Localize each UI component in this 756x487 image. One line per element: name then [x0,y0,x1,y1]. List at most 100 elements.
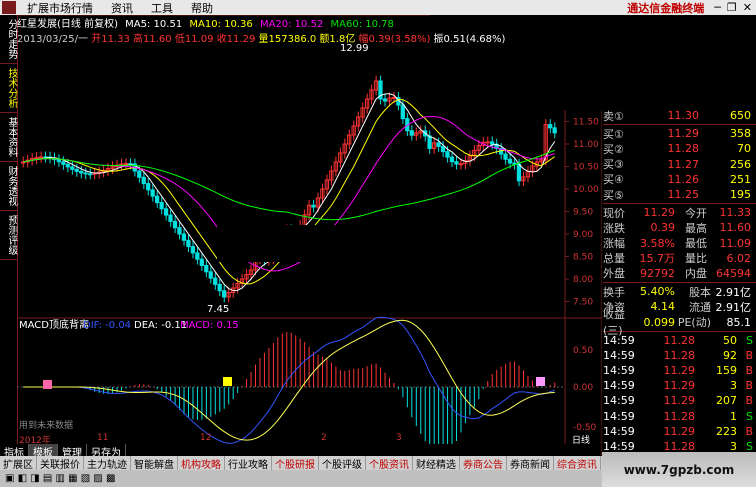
signal-marker [43,380,52,389]
tab-profile[interactable]: 基本资料 [0,113,17,162]
tab-indicator[interactable]: 指标 [0,444,29,459]
candle-body [177,227,182,235]
stat-label: 外盘 [603,267,625,281]
candle-body [150,189,155,197]
date-tick: 11 [97,433,109,443]
redacted-area [217,225,537,262]
nav-item[interactable]: 个股评级 [319,455,366,471]
candle-body [74,168,79,172]
nav-item[interactable]: 财经精选 [413,455,460,471]
watermark-text: 用到未来数据 [19,419,73,431]
close-icon[interactable]: ✕ [743,1,752,14]
dea-line [23,319,555,441]
trade-volume: 1 [730,409,737,423]
trade-price: 11.28 [663,409,696,423]
candle-body [172,220,178,229]
candle-body [83,172,88,175]
candle-body [61,161,66,165]
signal-marker [536,377,545,386]
menu-item-help[interactable]: 帮助 [182,0,222,16]
price-label: 9.00 [573,230,593,240]
nav-item[interactable]: 券商新闻 [507,455,554,471]
stat-value: 6.02 [726,251,752,265]
nav-item[interactable]: 券商公告 [460,455,507,471]
trade-row: 14:59 11.28 1 S [603,409,756,424]
sidebar: 分时走势 技术分析 基本资料 财务透视 预测评级 [0,15,18,455]
signal-marker [223,377,232,386]
indicator-toolbar: 指标 模板 管理 另存为 [0,444,600,459]
tab-intraday[interactable]: 分时走势 [0,15,17,64]
tab-rating[interactable]: 预测评级 [0,211,17,260]
menu-item-market[interactable]: 扩展市场行情 [18,0,102,16]
buy-row: 买④ 11.26 251 [603,172,756,187]
macd-label: 0.50 [573,346,593,356]
trade-row: 14:59 11.29 207 B [603,393,756,408]
buy-price: 11.26 [667,172,700,186]
buy-price: 11.27 [667,157,700,171]
low-label: 7.45 [207,304,229,315]
candle-body [141,176,146,185]
trade-row: 14:59 11.29 159 B [603,363,756,378]
trade-side: B [745,364,753,378]
site-watermark: www.7gpzb.com [602,452,756,487]
candle-body [440,145,446,153]
candle-body [548,124,553,129]
tab-template[interactable]: 模板 [29,444,58,459]
stat-value: 11.09 [719,236,752,250]
info-low: 低11.09 [174,34,214,45]
menu-item-tools[interactable]: 工具 [142,0,182,16]
tab-save-as[interactable]: 另存为 [87,444,126,459]
trade-price: 11.28 [663,348,696,362]
stat-label: 量比 [685,252,707,266]
info-open: 开11.33 [91,34,130,45]
tab-finance[interactable]: 财务透视 [0,162,17,211]
buy-vol: 70 [737,142,751,156]
ma20-label: MA20: 10.52 [259,19,324,30]
buy-price: 11.29 [667,127,700,141]
trade-side: S [746,333,753,347]
candle-body [213,277,218,285]
candle-body [503,153,508,160]
candle-body [79,170,84,174]
nav-item[interactable]: 主力轨迹 [84,455,131,471]
macd-label: -0.50 [573,423,597,433]
buy-row: 买⑤ 11.25 195 [603,187,756,202]
stat-label: 总量 [603,252,625,266]
trade-time: 14:59 [603,394,635,408]
stat-label: 内盘 [685,267,707,281]
price-label: 8.50 [573,253,593,263]
date-tick: 2 [321,433,327,443]
nav-item[interactable]: 机构攻略 [178,455,225,471]
stat-label: 涨跌 [603,221,625,235]
buy-row: 买② 11.28 70 [603,141,756,156]
minimize-icon[interactable]: ─ [714,1,721,14]
menu-item-info[interactable]: 资讯 [102,0,142,16]
trade-row: 14:59 11.28 92 B [603,348,756,363]
stat-value: 2.91亿 [715,300,752,314]
price-axis: 11.50 11.00 10.50 10.00 9.50 9.00 8.50 8.00 7.50 [565,118,599,308]
stat-value: 2.91亿 [715,285,752,299]
toolbar-icon-row: ▣ ◧ ◨ ▤ ▥ ▦ ▧ ▨ ▩ [5,473,116,484]
stat-value: 0.099 [643,315,676,329]
trade-side: B [745,379,753,393]
trade-volume: 207 [716,394,737,408]
nav-item[interactable]: 关联报价 [37,455,84,471]
stat-row: 涨幅 3.58% 最低 11.09 [603,236,756,251]
trade-volume: 3 [730,379,737,393]
info-amount: 额1.8亿 [319,34,356,45]
nav-item[interactable]: 智能解盘 [131,455,178,471]
candle-body [400,104,405,120]
sell1-label: 卖① [603,109,624,123]
nav-item[interactable]: 个股研报 [272,455,319,471]
nav-item[interactable]: 扩展区 [0,455,37,471]
nav-item[interactable]: 个股资讯 [366,455,413,471]
buy-price: 11.25 [667,188,700,202]
tab-technical[interactable]: 技术分析 [0,64,17,113]
tab-manage[interactable]: 管理 [58,444,87,459]
restore-icon[interactable]: ❐ [727,1,737,14]
nav-item[interactable]: 行业攻略 [225,455,272,471]
stock-title: 红星发展(日线 前复权) [17,19,118,30]
nav-item[interactable]: 综合资讯 [554,455,601,471]
candle-body [222,290,227,298]
candle-body [436,142,441,147]
